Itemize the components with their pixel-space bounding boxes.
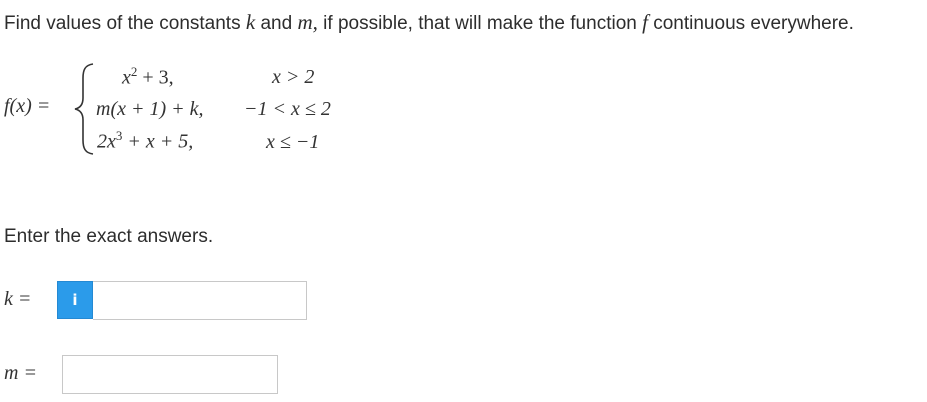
k-label: k = (4, 288, 32, 310)
var-k: k (245, 10, 256, 34)
case-1-condition: x > 2 (272, 66, 315, 88)
info-icon: i (72, 291, 78, 309)
prompt-text-3: if possible, that will make the function (317, 13, 643, 34)
info-button[interactable]: i (57, 281, 93, 319)
function-lhs-text: f(x) = (4, 95, 51, 117)
instructions: Enter the exact answers. (4, 226, 214, 247)
function-lhs: f(x) = (4, 95, 50, 118)
prompt-text-2: and (255, 13, 298, 34)
prompt-text-1: Find values of the constants (4, 13, 246, 34)
m-answer-input[interactable] (62, 355, 278, 394)
case-2-condition: −1 < x ≤ 2 (244, 98, 331, 120)
left-brace-icon (74, 63, 94, 155)
case-3-condition: x ≤ −1 (266, 131, 320, 153)
prompt-text-4: continuous everywhere. (647, 13, 854, 34)
case-2-expression: m(x + 1) + k, (96, 98, 204, 120)
m-label: m = (4, 362, 37, 384)
question-prompt: Find values of the constants k and m, if… (4, 10, 854, 35)
case-1-expression: x2 + 3, (122, 64, 174, 89)
var-m: m, (297, 10, 318, 34)
k-answer-input[interactable] (93, 281, 307, 320)
case-3-expression: 2x3 + x + 5, (97, 128, 194, 153)
